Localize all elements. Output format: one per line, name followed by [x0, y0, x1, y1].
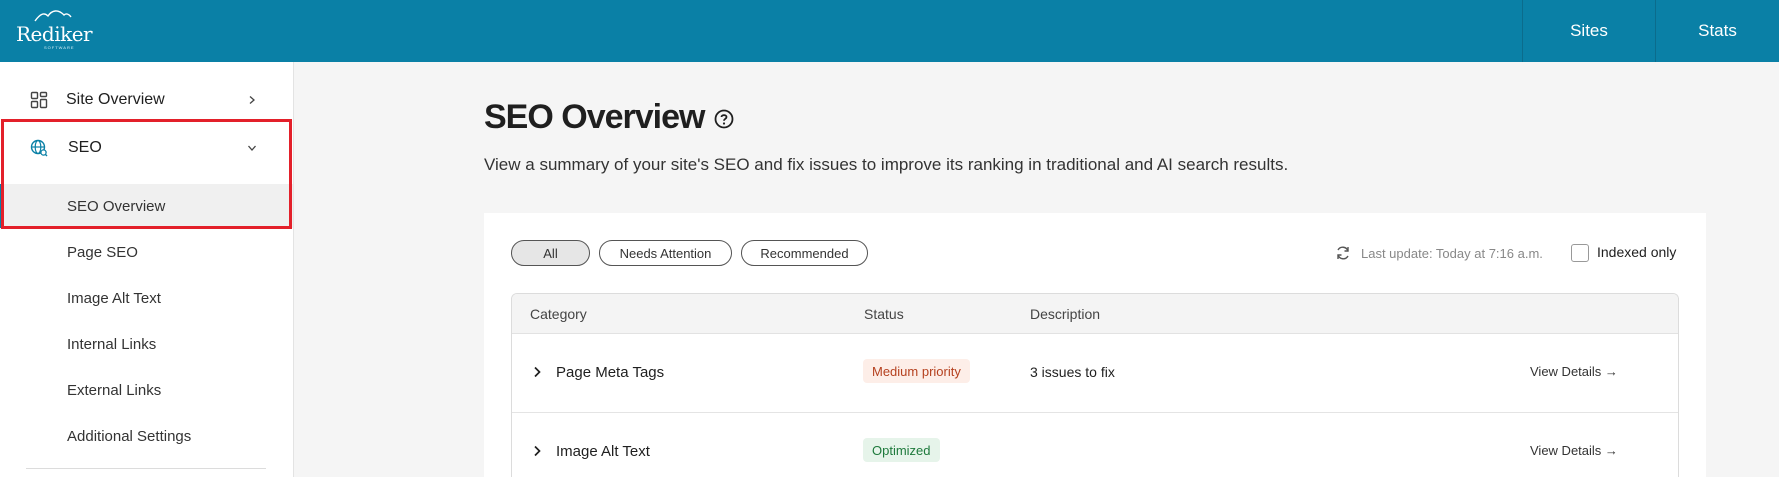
refresh-icon[interactable] — [1335, 245, 1351, 261]
status-badge: Medium priority — [863, 359, 970, 383]
globe-search-icon — [30, 139, 48, 157]
table-header: Category Status Description — [512, 294, 1678, 334]
table-row[interactable]: Image Alt Text Optimized View Details → — [512, 413, 1678, 477]
chevron-right-icon[interactable] — [531, 365, 543, 379]
nav-stats[interactable]: Stats — [1655, 0, 1779, 62]
page-title: SEO Overview — [484, 98, 705, 136]
view-details-link[interactable]: View Details → — [1530, 443, 1618, 458]
sidebar-item-site-overview[interactable]: Site Overview — [0, 80, 293, 120]
last-update-text: Last update: Today at 7:16 a.m. — [1361, 246, 1543, 261]
sidebar-subitem-external-links[interactable]: External Links — [0, 368, 293, 412]
indexed-only-checkbox[interactable] — [1571, 244, 1589, 262]
indexed-only-label[interactable]: Indexed only — [1597, 244, 1676, 260]
table-row[interactable]: Page Meta Tags Medium priority 3 issues … — [512, 334, 1678, 413]
sidebar-divider — [26, 468, 266, 469]
column-header-status: Status — [864, 306, 904, 322]
filter-all[interactable]: All — [511, 240, 590, 266]
sidebar-item-label: Site Overview — [66, 91, 165, 108]
grid-icon — [30, 91, 48, 109]
seo-category-table: Category Status Description Page Meta Ta… — [511, 293, 1679, 477]
view-details-link[interactable]: View Details → — [1530, 364, 1618, 379]
category-name: Image Alt Text — [556, 443, 650, 460]
sidebar-item-seo[interactable]: SEO — [0, 128, 293, 168]
sidebar-subitem-image-alt-text[interactable]: Image Alt Text — [0, 276, 293, 320]
sidebar-subitem-label: Image Alt Text — [67, 289, 161, 307]
page-description: View a summary of your site's SEO and fi… — [484, 155, 1289, 174]
chevron-down-icon — [248, 145, 256, 151]
filter-needs-attention[interactable]: Needs Attention — [599, 240, 732, 266]
sidebar-item-label: SEO — [68, 139, 102, 156]
category-name: Page Meta Tags — [556, 364, 665, 381]
sidebar-subitem-seo-overview[interactable]: SEO Overview — [0, 184, 293, 228]
help-icon[interactable] — [714, 109, 734, 129]
status-badge: Optimized — [863, 438, 940, 462]
sidebar-subitem-label: Internal Links — [67, 335, 157, 353]
filter-recommended[interactable]: Recommended — [741, 240, 868, 266]
sidebar-subitem-page-seo[interactable]: Page SEO — [0, 230, 293, 274]
sidebar-subitem-additional-settings[interactable]: Additional Settings — [0, 414, 293, 458]
sidebar-subitem-internal-links[interactable]: Internal Links — [0, 322, 293, 366]
column-header-category: Category — [530, 306, 587, 322]
sidebar-subitem-label: Additional Settings — [67, 427, 192, 445]
logo-mountain-icon — [34, 10, 72, 22]
nav-sites[interactable]: Sites — [1522, 0, 1655, 62]
logo-subtext: SOFTWARE — [44, 45, 75, 50]
chevron-right-icon — [249, 96, 255, 104]
chevron-right-icon[interactable] — [531, 444, 543, 458]
rediker-logo[interactable]: Rediker SOFTWARE — [16, 8, 93, 52]
logo-text: Rediker — [16, 22, 93, 46]
sidebar-subitem-label: External Links — [67, 381, 162, 399]
sidebar-subitem-label: Page SEO — [67, 243, 138, 261]
column-header-description: Description — [1030, 306, 1101, 322]
row-description: 3 issues to fix — [1030, 364, 1115, 380]
sidebar: Site Overview SEO SEO Overview Page SEO … — [0, 62, 294, 477]
top-bar: Rediker SOFTWARE Sites Stats — [0, 0, 1779, 62]
sidebar-subitem-label: SEO Overview — [67, 197, 166, 215]
